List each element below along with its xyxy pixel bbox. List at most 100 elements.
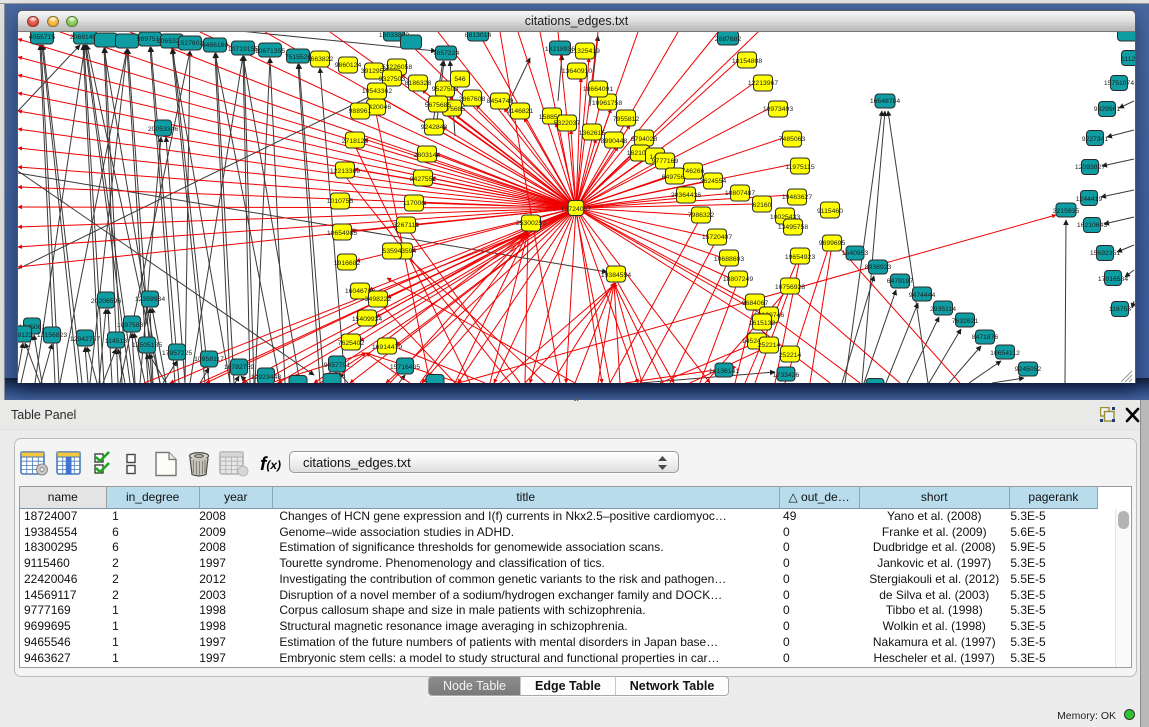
- svg-text:12213967: 12213967: [748, 80, 778, 87]
- svg-text:9245052: 9245052: [1015, 366, 1042, 373]
- svg-text:11325419: 11325419: [570, 48, 600, 55]
- svg-text:10958117: 10958117: [194, 356, 224, 363]
- svg-text:19463627: 19463627: [782, 194, 812, 201]
- svg-text:10975887: 10975887: [117, 322, 147, 329]
- svg-text:9115460: 9115460: [817, 208, 843, 215]
- svg-text:12505135: 12505135: [132, 342, 162, 349]
- svg-text:10807487: 10807487: [725, 190, 755, 197]
- svg-text:10671355: 10671355: [255, 48, 285, 55]
- svg-text:18724007: 18724007: [561, 206, 591, 213]
- svg-text:12156823: 12156823: [37, 332, 67, 339]
- svg-text:1916682: 1916682: [334, 260, 361, 267]
- svg-text:746266: 746266: [682, 168, 705, 175]
- svg-text:3624554: 3624554: [700, 178, 727, 185]
- svg-text:7632621: 7632621: [952, 318, 979, 325]
- svg-text:7625402: 7625402: [338, 340, 365, 347]
- svg-text:6466160: 6466160: [202, 42, 229, 49]
- svg-text:1640953: 1640953: [842, 250, 869, 257]
- svg-text:12213369: 12213369: [330, 168, 360, 175]
- svg-text:3215935: 3215935: [1053, 208, 1080, 215]
- svg-text:12359934: 12359934: [135, 296, 165, 303]
- svg-text:10154808: 10154808: [732, 58, 762, 65]
- svg-text:7663822: 7663822: [307, 56, 334, 63]
- svg-text:16914479: 16914479: [372, 344, 402, 351]
- svg-text:7986322: 7986322: [688, 212, 715, 219]
- svg-text:9242848: 9242848: [421, 124, 448, 131]
- svg-text:20206596: 20206596: [91, 298, 121, 305]
- svg-text:10961758: 10961758: [592, 100, 622, 107]
- svg-text:8990448: 8990448: [601, 138, 628, 145]
- svg-text:10973493: 10973493: [763, 106, 793, 113]
- svg-text:11975115: 11975115: [785, 164, 814, 171]
- svg-text:546: 546: [454, 76, 466, 83]
- svg-text:2803144: 2803144: [414, 152, 441, 159]
- svg-text:4055715: 4055715: [29, 34, 56, 41]
- svg-text:62160: 62160: [753, 202, 772, 209]
- svg-text:15751074: 15751074: [1104, 80, 1134, 87]
- svg-text:6479197: 6479197: [887, 278, 914, 285]
- svg-text:10756928: 10756928: [775, 284, 805, 291]
- svg-text:12942757: 12942757: [70, 336, 100, 343]
- svg-text:252214: 252214: [758, 342, 781, 349]
- svg-text:9457791: 9457791: [324, 362, 351, 369]
- svg-text:17016534: 17016534: [1098, 276, 1128, 283]
- svg-text:7485063: 7485063: [779, 136, 806, 143]
- svg-text:39123: 39123: [18, 332, 33, 339]
- svg-text:9860124: 9860124: [335, 62, 362, 69]
- svg-text:3498222: 3498222: [365, 296, 392, 303]
- svg-text:13495758: 13495758: [778, 224, 808, 231]
- svg-text:18807249: 18807249: [723, 276, 753, 283]
- svg-text:16648784: 16648784: [870, 98, 900, 105]
- svg-text:19384554: 19384554: [601, 272, 631, 279]
- svg-text:6794028: 6794028: [631, 136, 658, 143]
- svg-text:8427552: 8427552: [410, 176, 437, 183]
- svg-text:117006: 117006: [403, 200, 425, 207]
- svg-text:9474444: 9474444: [909, 292, 936, 299]
- svg-text:1244419: 1244419: [1076, 196, 1103, 203]
- svg-text:2687682: 2687682: [715, 36, 742, 43]
- svg-text:8454749: 8454749: [487, 98, 514, 105]
- svg-text:9327503: 9327503: [379, 76, 406, 83]
- svg-text:10543362: 10543362: [362, 88, 392, 95]
- svg-text:10688603: 10688603: [714, 256, 744, 263]
- svg-text:12923448: 12923448: [251, 374, 281, 381]
- svg-text:1733426: 1733426: [773, 372, 800, 379]
- svg-text:9699695: 9699695: [819, 240, 846, 247]
- svg-text:16782759: 16782759: [224, 364, 254, 371]
- svg-text:116753: 116753: [1109, 306, 1131, 313]
- svg-text:252214: 252214: [779, 352, 802, 359]
- svg-text:10654985: 10654985: [327, 230, 357, 237]
- svg-text:15716485: 15716485: [390, 364, 420, 371]
- svg-text:9684067: 9684067: [742, 300, 769, 307]
- svg-text:5322037: 5322037: [554, 120, 581, 127]
- svg-text:114513: 114513: [105, 338, 127, 345]
- svg-text:20053346: 20053346: [148, 126, 178, 133]
- svg-text:2718126: 2718126: [342, 138, 369, 145]
- svg-text:53594: 53594: [383, 248, 402, 255]
- svg-text:988961: 988961: [349, 108, 372, 115]
- svg-text:17957225: 17957225: [162, 350, 192, 357]
- svg-text:10719155: 10719155: [228, 46, 258, 53]
- svg-text:20364436: 20364436: [671, 192, 701, 199]
- svg-text:12093827: 12093827: [1075, 164, 1105, 171]
- svg-text:11125: 11125: [1121, 56, 1135, 63]
- svg-text:19654923: 19654923: [785, 254, 815, 261]
- svg-text:7955812: 7955812: [613, 116, 640, 123]
- svg-text:8186328: 8186328: [405, 80, 432, 87]
- svg-text:8813014: 8813014: [465, 32, 492, 39]
- svg-text:14136141: 14136141: [709, 368, 739, 375]
- svg-text:9777169: 9777169: [652, 158, 679, 165]
- svg-text:18664091: 18664091: [583, 86, 613, 93]
- svg-text:9146821: 9146821: [507, 108, 534, 115]
- svg-text:1527602: 1527602: [177, 40, 204, 47]
- svg-text:9227341: 9227341: [1082, 136, 1109, 143]
- svg-text:5675685: 5675685: [425, 102, 452, 109]
- svg-text:9329961: 9329961: [1094, 106, 1121, 113]
- svg-text:7857224: 7857224: [433, 50, 460, 57]
- svg-text:15692351: 15692351: [1090, 250, 1120, 257]
- svg-text:8471876: 8471876: [972, 334, 999, 341]
- svg-text:13640910: 13640910: [562, 68, 592, 75]
- svg-text:15720407: 15720407: [702, 234, 732, 241]
- svg-text:2935114: 2935114: [930, 306, 956, 313]
- svg-text:10654112: 10654112: [990, 350, 1020, 357]
